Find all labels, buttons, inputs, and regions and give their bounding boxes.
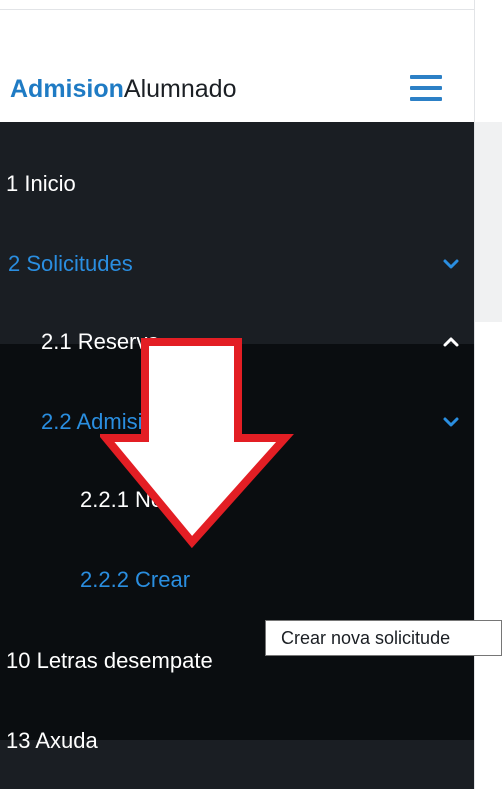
tooltip-text: Crear nova solicitude (281, 628, 451, 648)
red-arrow-annotation (100, 338, 294, 548)
app-brand[interactable]: AdmisionAlumnado (10, 74, 236, 104)
sidebar-item-crear[interactable]: 2.2.2 Crear (0, 560, 474, 600)
chevron-up-icon[interactable] (441, 332, 461, 352)
sidebar-item-inicio[interactable]: 1 Inicio (0, 164, 474, 204)
sidebar-item-solicitudes[interactable]: 2 Solicitudes (0, 244, 474, 284)
sidebar-item-label: 2.2.2 Crear (80, 567, 191, 592)
sidebar-item-label: 13 Axuda (6, 728, 98, 753)
hamburger-bar (410, 86, 442, 90)
brand-accent: Admision (10, 75, 124, 103)
hamburger-bar (410, 97, 442, 101)
sidebar-item-label: 1 Inicio (6, 171, 76, 196)
sidebar-item-label: 10 Letras desempate (6, 648, 213, 673)
sidebar-item-label: 2 Solicitudes (8, 251, 133, 276)
chevron-down-icon[interactable] (441, 254, 461, 274)
hamburger-icon[interactable] (410, 75, 442, 101)
tooltip: Crear nova solicitude (265, 620, 502, 656)
brand-rest: Alumnado (123, 75, 237, 103)
sidebar-item-axuda[interactable]: 13 Axuda (0, 721, 474, 761)
top-border (0, 0, 474, 10)
hamburger-bar (410, 75, 442, 79)
chevron-down-icon[interactable] (441, 412, 461, 432)
app-header: AdmisionAlumnado (0, 11, 474, 122)
content-band (475, 122, 502, 322)
content-area (474, 0, 502, 789)
